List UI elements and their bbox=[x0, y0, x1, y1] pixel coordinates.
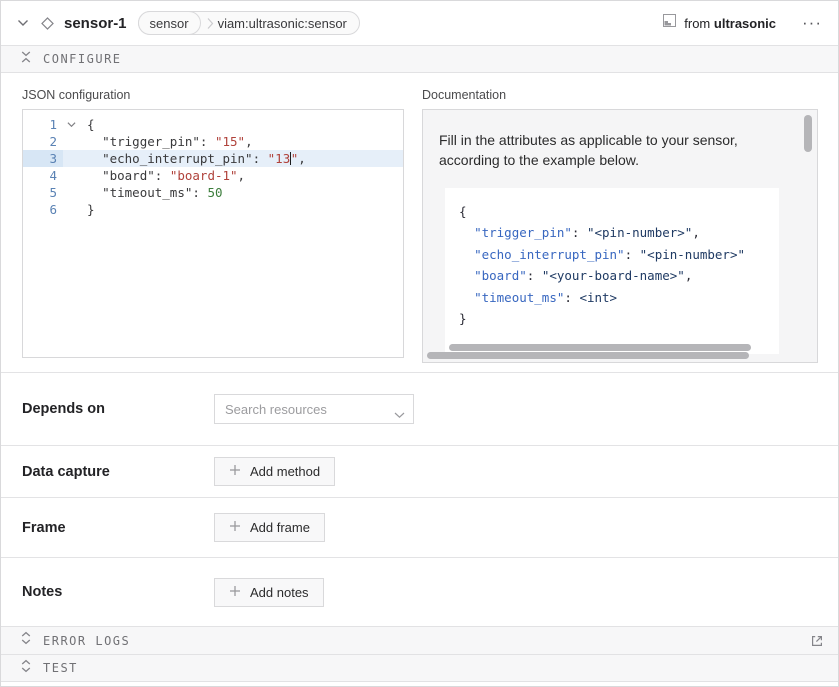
panel-vertical-scrollbar[interactable] bbox=[804, 115, 812, 152]
diamond-resource-icon bbox=[40, 16, 55, 31]
error-logs-label: ERROR LOGS bbox=[43, 634, 130, 648]
json-editor[interactable]: 1{2 "trigger_pin": "15",3 "echo_interrup… bbox=[22, 109, 404, 358]
search-resources-input[interactable] bbox=[214, 394, 414, 424]
line-number: 2 bbox=[23, 133, 63, 150]
from-module-label: from ultrasonic bbox=[684, 16, 776, 31]
frame-label: Frame bbox=[22, 520, 214, 536]
chevron-right-icon bbox=[207, 17, 214, 30]
type-badge: sensor bbox=[138, 11, 201, 35]
code-horizontal-scrollbar[interactable] bbox=[449, 344, 751, 351]
documentation-code-block: { "trigger_pin": "<pin-number>", "echo_i… bbox=[445, 188, 779, 354]
editor-line[interactable]: 3 "echo_interrupt_pin": "13", bbox=[23, 150, 403, 167]
json-config-label: JSON configuration bbox=[22, 88, 404, 102]
add-notes-button[interactable]: Add notes bbox=[214, 578, 324, 607]
line-number: 3 bbox=[23, 150, 63, 167]
data-capture-row: Data capture Add method bbox=[1, 446, 838, 498]
plus-icon bbox=[229, 464, 241, 479]
resource-type-badge-group: sensor viam:ultrasonic:sensor bbox=[138, 11, 360, 35]
editor-line-code: } bbox=[79, 201, 403, 218]
module-icon bbox=[663, 14, 676, 32]
test-section-bar[interactable]: TEST bbox=[1, 654, 838, 682]
editor-line[interactable]: 1{ bbox=[23, 116, 403, 133]
documentation-panel: Fill in the attributes as applicable to … bbox=[422, 109, 818, 363]
notes-label: Notes bbox=[22, 584, 214, 600]
data-capture-label: Data capture bbox=[22, 464, 214, 480]
editor-line-code: "echo_interrupt_pin": "13", bbox=[79, 150, 403, 167]
doc-code-line: "echo_interrupt_pin": "<pin-number>" bbox=[459, 244, 779, 266]
doc-code-lines: { "trigger_pin": "<pin-number>", "echo_i… bbox=[459, 201, 779, 330]
editor-line-code: "timeout_ms": 50 bbox=[79, 184, 403, 201]
collapse-vertical-icon[interactable] bbox=[21, 50, 31, 69]
configure-label: CONFIGURE bbox=[43, 52, 122, 66]
module-origin: from ultrasonic bbox=[663, 14, 776, 32]
editor-line-code: "board": "board-1", bbox=[79, 167, 403, 184]
fold-spacer bbox=[63, 167, 79, 184]
line-number: 1 bbox=[23, 116, 63, 133]
doc-code-line: "trigger_pin": "<pin-number>", bbox=[459, 222, 779, 244]
doc-code-line: "board": "<your-board-name>", bbox=[459, 265, 779, 287]
error-logs-section-bar[interactable]: ERROR LOGS bbox=[1, 626, 838, 654]
expand-vertical-icon[interactable] bbox=[21, 631, 31, 650]
test-label: TEST bbox=[43, 661, 78, 675]
editor-line[interactable]: 4 "board": "board-1", bbox=[23, 167, 403, 184]
frame-row: Frame Add frame bbox=[1, 498, 838, 558]
doc-code-line: "timeout_ms": <int> bbox=[459, 287, 779, 309]
collapse-chevron-icon[interactable] bbox=[17, 19, 29, 27]
notes-row: Notes Add notes bbox=[1, 558, 838, 626]
resource-config-card: sensor-1 sensor viam:ultrasonic:sensor f… bbox=[0, 0, 839, 687]
documentation-label: Documentation bbox=[422, 88, 818, 102]
fold-spacer bbox=[63, 184, 79, 201]
expand-vertical-icon[interactable] bbox=[21, 659, 31, 678]
depends-on-select[interactable] bbox=[214, 394, 414, 424]
plus-icon bbox=[229, 585, 241, 600]
json-editor-lines: 1{2 "trigger_pin": "15",3 "echo_interrup… bbox=[23, 116, 403, 218]
resource-header: sensor-1 sensor viam:ultrasonic:sensor f… bbox=[1, 1, 838, 45]
model-badge: viam:ultrasonic:sensor bbox=[218, 16, 359, 31]
fold-spacer bbox=[63, 133, 79, 150]
depends-on-row: Depends on bbox=[1, 373, 838, 446]
line-number: 4 bbox=[23, 167, 63, 184]
line-number: 6 bbox=[23, 201, 63, 218]
editor-line-code: "trigger_pin": "15", bbox=[79, 133, 403, 150]
panel-horizontal-scrollbar[interactable] bbox=[427, 352, 749, 359]
editor-line[interactable]: 6} bbox=[23, 201, 403, 218]
plus-icon bbox=[229, 520, 241, 535]
add-method-button[interactable]: Add method bbox=[214, 457, 335, 486]
more-options-button[interactable]: ··· bbox=[800, 14, 824, 32]
fold-spacer bbox=[63, 150, 79, 167]
fold-chevron-icon[interactable] bbox=[63, 116, 79, 133]
documentation-intro: Fill in the attributes as applicable to … bbox=[439, 130, 789, 171]
doc-code-line: } bbox=[459, 308, 779, 330]
editor-line-code: { bbox=[79, 116, 403, 133]
line-number: 5 bbox=[23, 184, 63, 201]
resource-name: sensor-1 bbox=[64, 15, 127, 32]
open-in-new-icon[interactable] bbox=[810, 634, 824, 648]
editor-line[interactable]: 2 "trigger_pin": "15", bbox=[23, 133, 403, 150]
depends-on-label: Depends on bbox=[22, 401, 214, 417]
configure-body: JSON configuration 1{2 "trigger_pin": "1… bbox=[1, 73, 838, 373]
fold-spacer bbox=[63, 201, 79, 218]
configure-section-bar[interactable]: CONFIGURE bbox=[1, 45, 838, 73]
editor-line[interactable]: 5 "timeout_ms": 50 bbox=[23, 184, 403, 201]
doc-code-line: { bbox=[459, 201, 779, 223]
add-frame-button[interactable]: Add frame bbox=[214, 513, 325, 542]
